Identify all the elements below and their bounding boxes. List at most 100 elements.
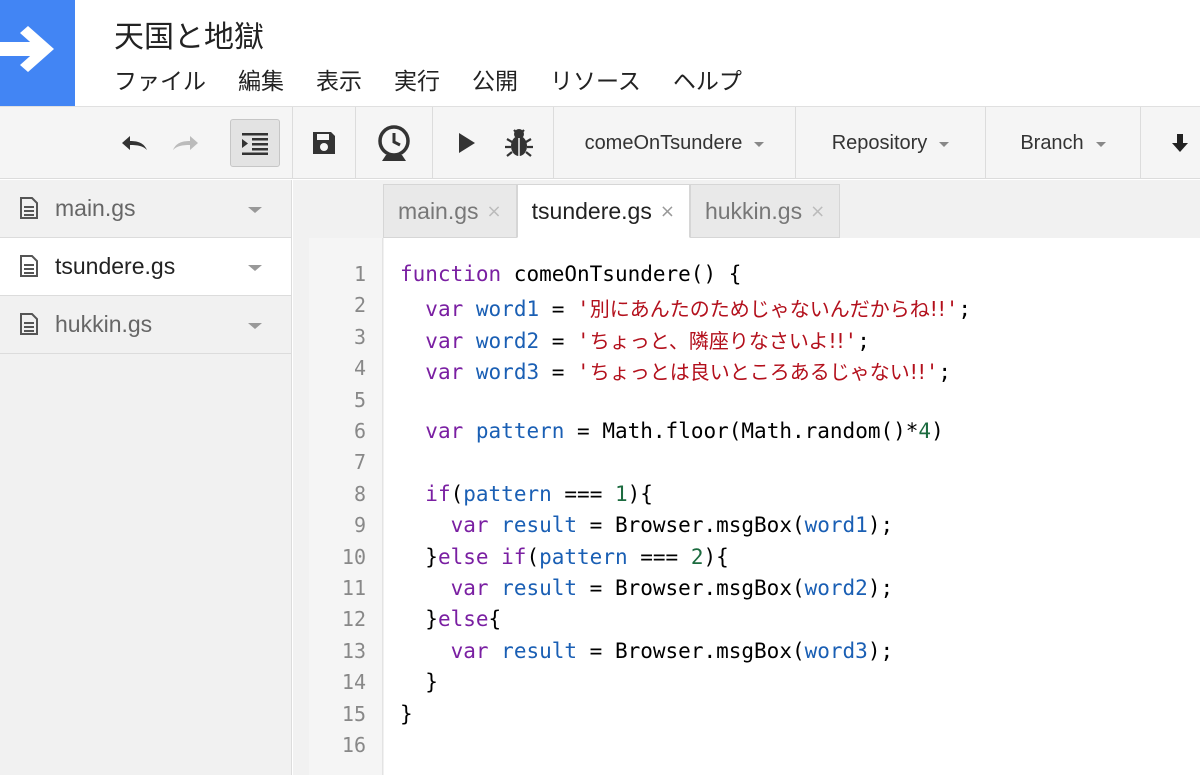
- code-token: ': [925, 360, 939, 385]
- arrow-down-icon: [1172, 134, 1188, 152]
- menu-file[interactable]: ファイル: [114, 62, 206, 96]
- file-item-main[interactable]: main.gs: [0, 180, 291, 238]
- code-token: result: [501, 638, 578, 663]
- code-token: ;: [958, 297, 972, 322]
- code-token: word3: [804, 638, 868, 663]
- code-line: function comeOnTsundere() {: [400, 262, 741, 286]
- toolbar-divider: [432, 107, 433, 179]
- function-select-label: comeOnTsundere: [584, 131, 743, 154]
- branch-label: Branch: [1020, 131, 1084, 154]
- line-number: 4: [353, 356, 366, 381]
- code-token: }: [400, 607, 438, 632]
- code-line: var pattern = Math.floor(Math.random()*4…: [400, 419, 944, 443]
- code-token: word2: [475, 328, 540, 353]
- code-token: ): [931, 419, 944, 443]
- code-token: ちょっと、隣座りなさいよ!!: [589, 328, 845, 353]
- code-token: 1: [614, 481, 628, 506]
- code-token: (: [450, 481, 464, 506]
- line-number: 12: [341, 607, 366, 632]
- code-token: (: [526, 544, 540, 569]
- triggers-button[interactable]: [356, 107, 432, 179]
- menu-run[interactable]: 実行: [394, 62, 440, 96]
- repository-dropdown[interactable]: Repository: [796, 107, 985, 179]
- code-token: var: [425, 419, 464, 443]
- line-number: 15: [341, 701, 366, 726]
- indent-icon: [242, 133, 268, 155]
- debug-button[interactable]: [496, 107, 542, 179]
- chevron-down-icon: [754, 141, 765, 147]
- redo-button[interactable]: [165, 107, 207, 179]
- menu-bar: ファイル 編集 表示 実行 公開 リソース ヘルプ: [114, 62, 774, 96]
- close-icon[interactable]: ×: [487, 201, 502, 222]
- chevron-down-icon[interactable]: [248, 323, 262, 329]
- code-token: ===: [551, 481, 615, 506]
- chevron-down-icon[interactable]: [248, 265, 262, 271]
- code-token: = Browser.msgBox(: [577, 513, 805, 538]
- code-token: = Browser.msgBox(: [577, 576, 805, 600]
- tab-tsundere[interactable]: tsundere.gs ×: [516, 184, 690, 238]
- project-title[interactable]: 天国と地獄: [114, 12, 264, 56]
- save-button[interactable]: [293, 107, 355, 179]
- clock-icon: [378, 125, 410, 161]
- undo-button[interactable]: [113, 107, 155, 179]
- menu-resources[interactable]: リソース: [550, 62, 641, 96]
- close-icon[interactable]: ×: [660, 201, 675, 222]
- auto-indent-button[interactable]: [230, 119, 280, 167]
- line-number: 10: [341, 544, 366, 569]
- line-number-gutter: [309, 238, 383, 775]
- code-token: word1: [475, 297, 540, 322]
- code-token: 別にあんたのためじゃないんだからね!!: [589, 297, 946, 322]
- tab-hukkin[interactable]: hukkin.gs ×: [689, 184, 841, 238]
- line-number: 3: [353, 324, 366, 349]
- code-token: 4: [918, 419, 932, 443]
- file-item-tsundere[interactable]: tsundere.gs: [0, 238, 291, 296]
- code-token: comeOnTsundere() {: [501, 262, 742, 286]
- code-line: }: [400, 702, 413, 726]
- line-number: 14: [341, 670, 366, 695]
- tab-label: tsundere.gs: [531, 197, 652, 224]
- arrow-right-icon: [0, 26, 54, 72]
- line-number: 8: [353, 481, 366, 506]
- close-icon[interactable]: ×: [810, 201, 825, 222]
- menu-publish[interactable]: 公開: [472, 62, 518, 96]
- code-token: ': [577, 360, 590, 385]
- line-number: 9: [353, 513, 366, 538]
- function-select[interactable]: comeOnTsundere: [554, 107, 795, 179]
- run-button[interactable]: [448, 107, 486, 179]
- tab-label: main.gs: [398, 197, 479, 224]
- code-token: =: [539, 297, 578, 322]
- menu-edit[interactable]: 編集: [238, 62, 284, 96]
- code-token: = Browser.msgBox(: [577, 638, 805, 663]
- menu-help[interactable]: ヘルプ: [673, 62, 742, 96]
- tab-main[interactable]: main.gs ×: [383, 184, 517, 238]
- code-line: var word2 = 'ちょっと、隣座りなさいよ!!';: [400, 325, 870, 354]
- code-line: var result = Browser.msgBox(word1);: [400, 513, 894, 538]
- menu-view[interactable]: 表示: [316, 62, 362, 96]
- tab-label: hukkin.gs: [704, 197, 803, 224]
- chevron-down-icon: [939, 141, 950, 147]
- code-token: ': [577, 297, 590, 322]
- branch-dropdown[interactable]: Branch: [986, 107, 1140, 179]
- apps-script-logo[interactable]: [0, 0, 75, 106]
- file-name: hukkin.gs: [55, 311, 153, 337]
- download-button[interactable]: [1160, 107, 1200, 179]
- code-token: function: [400, 262, 502, 286]
- line-number: 13: [341, 638, 366, 663]
- file-name: main.gs: [55, 195, 136, 221]
- code-token: var: [450, 638, 489, 663]
- line-number: 5: [353, 387, 366, 412]
- code-token: pattern: [475, 419, 565, 443]
- chevron-down-icon[interactable]: [248, 207, 262, 213]
- code-line: }: [400, 670, 438, 694]
- file-item-hukkin[interactable]: hukkin.gs: [0, 296, 291, 354]
